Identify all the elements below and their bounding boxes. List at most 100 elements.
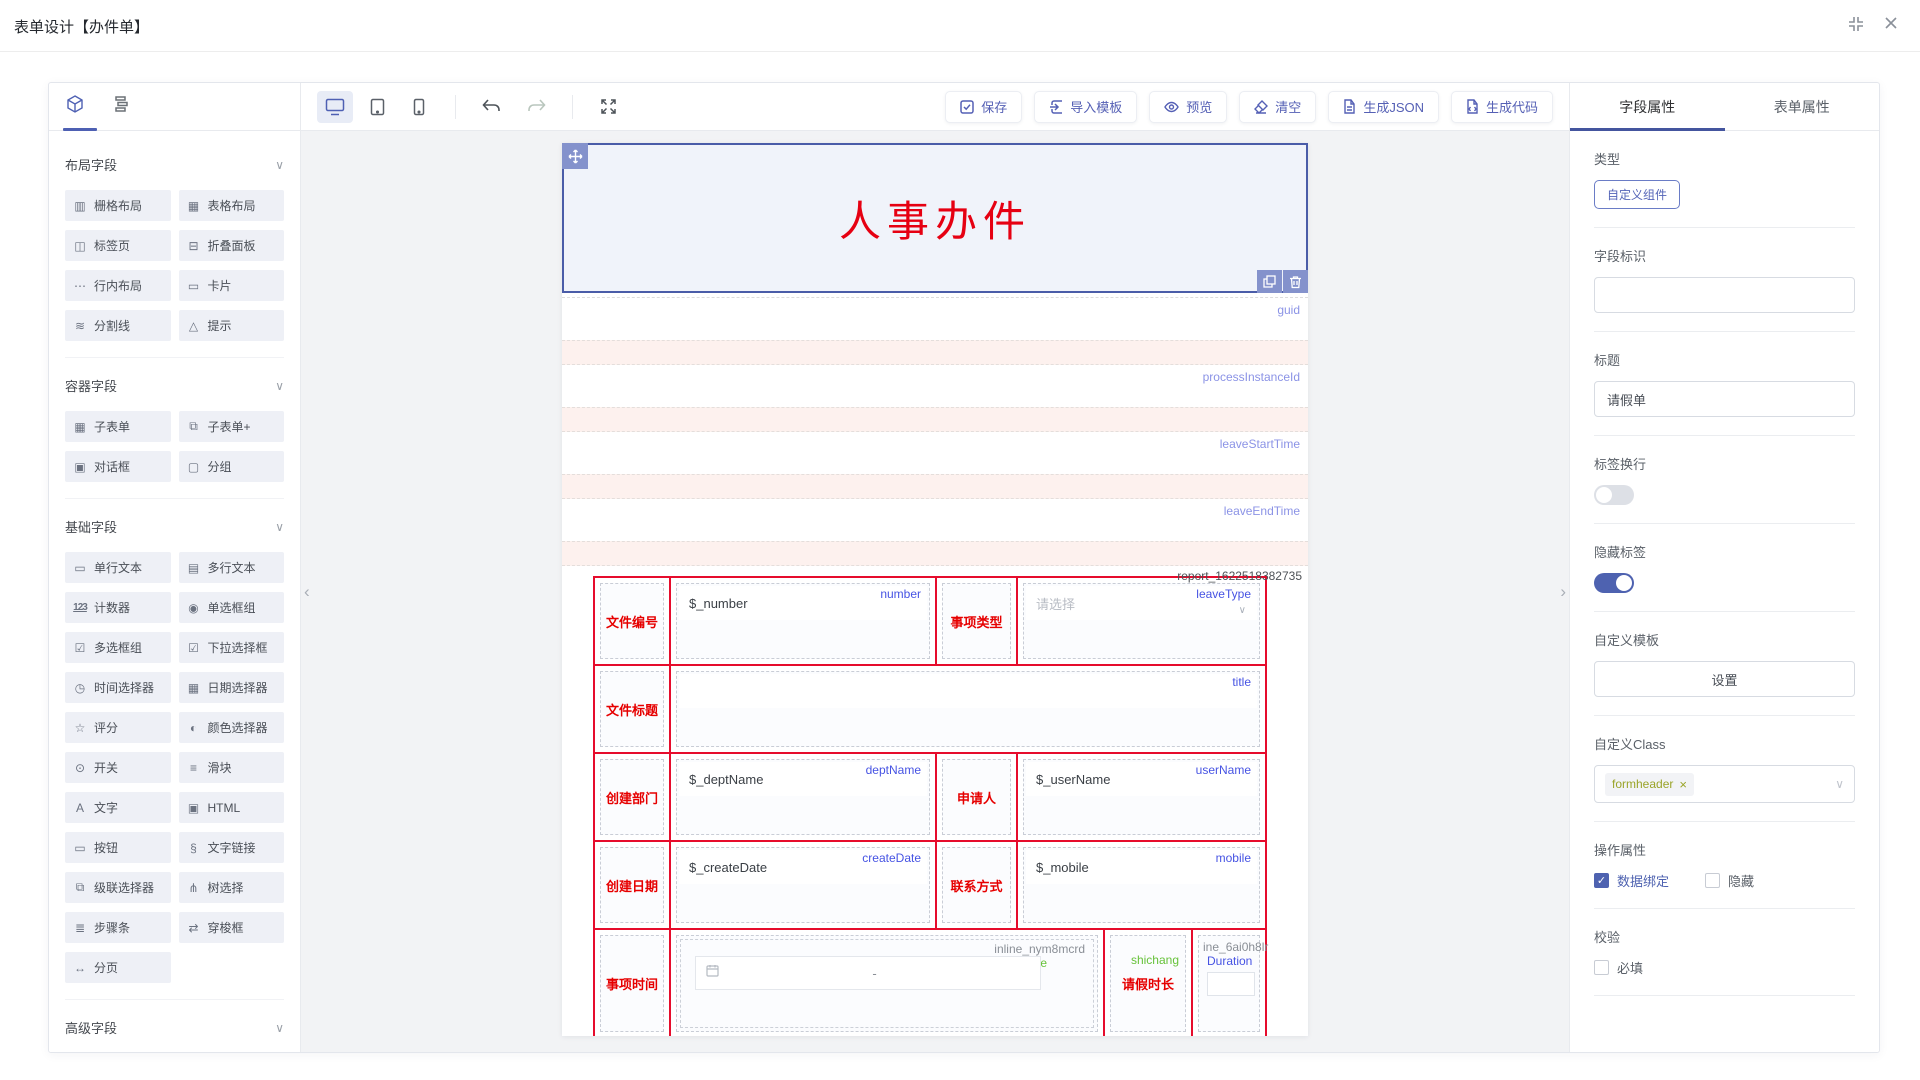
checkbox-icon: ☑	[73, 641, 87, 655]
section-header-advanced[interactable]: 高级字段∨	[65, 1018, 284, 1037]
palette-item-alert[interactable]: △提示	[179, 310, 285, 341]
close-icon[interactable]	[1884, 16, 1898, 32]
cell-matter-time-label[interactable]: 事项时间	[595, 930, 669, 1036]
monitor-icon[interactable]	[317, 91, 353, 123]
cell-file-number-label[interactable]: 文件编号	[595, 578, 669, 664]
palette-item-button[interactable]: ▭按钮	[65, 832, 171, 863]
inline-container[interactable]: inline_nym8mcrd leavedate -	[680, 939, 1094, 1028]
cell-file-number-field[interactable]: number$_number	[669, 578, 935, 664]
save-button[interactable]: 保存	[945, 91, 1022, 123]
palette-item-subform-plus[interactable]: ⧉子表单+	[179, 411, 285, 442]
redo-icon[interactable]	[520, 91, 554, 123]
palette-item-text[interactable]: A文字	[65, 792, 171, 823]
hidden-checkbox[interactable]: 隐藏	[1705, 871, 1754, 890]
palette-item-steps[interactable]: ≣步骤条	[65, 912, 171, 943]
data-bind-checkbox[interactable]: ✓数据绑定	[1594, 871, 1669, 890]
custom-class-select[interactable]: formheader× ∨	[1594, 765, 1855, 803]
palette-item-tabs[interactable]: ◫标签页	[65, 230, 171, 261]
cell-create-dept-field[interactable]: deptName$_deptName	[669, 754, 935, 840]
cell-file-title-label[interactable]: 文件标题	[595, 666, 669, 752]
undo-icon[interactable]	[474, 91, 508, 123]
outline-tab-icon[interactable]	[111, 95, 129, 118]
section-header-layout[interactable]: 布局字段∨	[65, 155, 284, 174]
palette-item-tree-select[interactable]: ⋔树选择	[179, 872, 285, 903]
collapse-left-panel-icon[interactable]: ‹	[304, 582, 310, 602]
generate-json-button[interactable]: 生成JSON	[1328, 91, 1439, 123]
cell-matter-time-field[interactable]: inline_nym8mcrd leavedate -	[669, 930, 1103, 1036]
palette-item-subform[interactable]: ▦子表单	[65, 411, 171, 442]
cell-leave-duration-label[interactable]: shichang请假时长	[1103, 930, 1191, 1036]
hidden-field-leave-start-time[interactable]: leaveStartTime	[562, 432, 1308, 474]
hide-label-toggle[interactable]	[1594, 573, 1634, 593]
palette-item-group[interactable]: ▢分组	[179, 451, 285, 482]
tablet-icon[interactable]	[359, 91, 395, 123]
palette-item-counter[interactable]: 123计数器	[65, 592, 171, 623]
tab-form-props[interactable]: 表单属性	[1725, 83, 1880, 130]
cell-create-dept-label[interactable]: 创建部门	[595, 754, 669, 840]
preview-button[interactable]: 预览	[1149, 91, 1227, 123]
fullscreen-icon[interactable]	[591, 91, 625, 123]
field-id-input[interactable]	[1594, 277, 1855, 313]
palette-item-dialog[interactable]: ▣对话框	[65, 451, 171, 482]
cell-duration-field[interactable]: ine_6ai0h8lr Duration	[1191, 930, 1265, 1036]
hidden-field-process-instance-id[interactable]: processInstanceId	[562, 365, 1308, 407]
drag-handle-icon[interactable]	[562, 143, 588, 169]
palette-item-table-layout[interactable]: ▦表格布局	[179, 190, 285, 221]
palette-item-card[interactable]: ▭卡片	[179, 270, 285, 301]
section-header-container[interactable]: 容器字段∨	[65, 376, 284, 395]
generate-code-button[interactable]: 生成代码	[1451, 91, 1553, 123]
section-header-basic[interactable]: 基础字段∨	[65, 517, 284, 536]
palette-item-switch[interactable]: ⊙开关	[65, 752, 171, 783]
remove-tag-icon[interactable]: ×	[1679, 777, 1687, 792]
cell-contact-field[interactable]: mobile$_mobile	[1016, 842, 1265, 928]
palette-item-radio-group[interactable]: ◉单选框组	[179, 592, 285, 623]
custom-template-settings-button[interactable]: 设置	[1594, 661, 1855, 697]
clear-button[interactable]: 清空	[1239, 91, 1316, 123]
title-input[interactable]	[1594, 381, 1855, 417]
palette-item-single-line-text[interactable]: ▭单行文本	[65, 552, 171, 583]
cell-applicant-label[interactable]: 申请人	[935, 754, 1016, 840]
palette-item-divider[interactable]: ≋分割线	[65, 310, 171, 341]
cell-matter-type-field[interactable]: leaveType请选择∨	[1016, 578, 1265, 664]
palette-item-pagination[interactable]: ↔分页	[65, 952, 171, 983]
components-tab-icon[interactable]	[65, 94, 85, 119]
palette-item-color-picker[interactable]: ◐颜色选择器	[179, 712, 285, 743]
palette-item-date-picker[interactable]: ▦日期选择器	[179, 672, 285, 703]
cell-create-date-label[interactable]: 创建日期	[595, 842, 669, 928]
palette-item-slider[interactable]: ≡滑块	[179, 752, 285, 783]
palette-item-transfer[interactable]: ⇄穿梭框	[179, 912, 285, 943]
type-chip: 自定义组件	[1594, 180, 1680, 209]
cell-create-date-field[interactable]: createDate$_createDate	[669, 842, 935, 928]
cell-matter-type-label[interactable]: 事项类型	[935, 578, 1016, 664]
palette-item-multi-line-text[interactable]: ▤多行文本	[179, 552, 285, 583]
duration-input[interactable]	[1207, 972, 1255, 996]
cell-applicant-field[interactable]: userName$_userName	[1016, 754, 1265, 840]
collapse-right-panel-icon[interactable]: ›	[1560, 582, 1566, 602]
palette-item-rate[interactable]: ☆评分	[65, 712, 171, 743]
tab-field-props[interactable]: 字段属性	[1570, 83, 1725, 130]
phone-icon[interactable]	[401, 91, 437, 123]
palette-item-text-link[interactable]: §文字链接	[179, 832, 285, 863]
hidden-field-leave-end-time[interactable]: leaveEndTime	[562, 499, 1308, 541]
palette-item-html[interactable]: ▣HTML	[179, 792, 285, 823]
hidden-field-guid[interactable]: guid	[562, 298, 1308, 340]
label-wrap-toggle[interactable]	[1594, 485, 1634, 505]
required-checkbox[interactable]: 必填	[1594, 958, 1855, 977]
cell-file-title-field[interactable]: title	[669, 666, 1265, 752]
import-template-button[interactable]: 导入模板	[1034, 91, 1137, 123]
palette-item-select[interactable]: ☑下拉选择框	[179, 632, 285, 663]
palette-item-time-picker[interactable]: ◷时间选择器	[65, 672, 171, 703]
compress-icon[interactable]	[1848, 16, 1864, 32]
copy-component-icon[interactable]	[1257, 270, 1282, 293]
form-header-component-selected[interactable]: 人事办件	[562, 143, 1308, 293]
date-range-picker[interactable]: -	[695, 956, 1041, 990]
divider	[1594, 227, 1855, 228]
cell-contact-label[interactable]: 联系方式	[935, 842, 1016, 928]
palette-item-grid-layout[interactable]: ▥栅格布局	[65, 190, 171, 221]
report-field-id: report_1622518382735	[1177, 569, 1302, 583]
palette-item-collapse[interactable]: ⊟折叠面板	[179, 230, 285, 261]
delete-component-icon[interactable]	[1283, 270, 1308, 293]
palette-item-inline-layout[interactable]: ⋯行内布局	[65, 270, 171, 301]
palette-item-checkbox-group[interactable]: ☑多选框组	[65, 632, 171, 663]
palette-item-cascader[interactable]: ⧉级联选择器	[65, 872, 171, 903]
